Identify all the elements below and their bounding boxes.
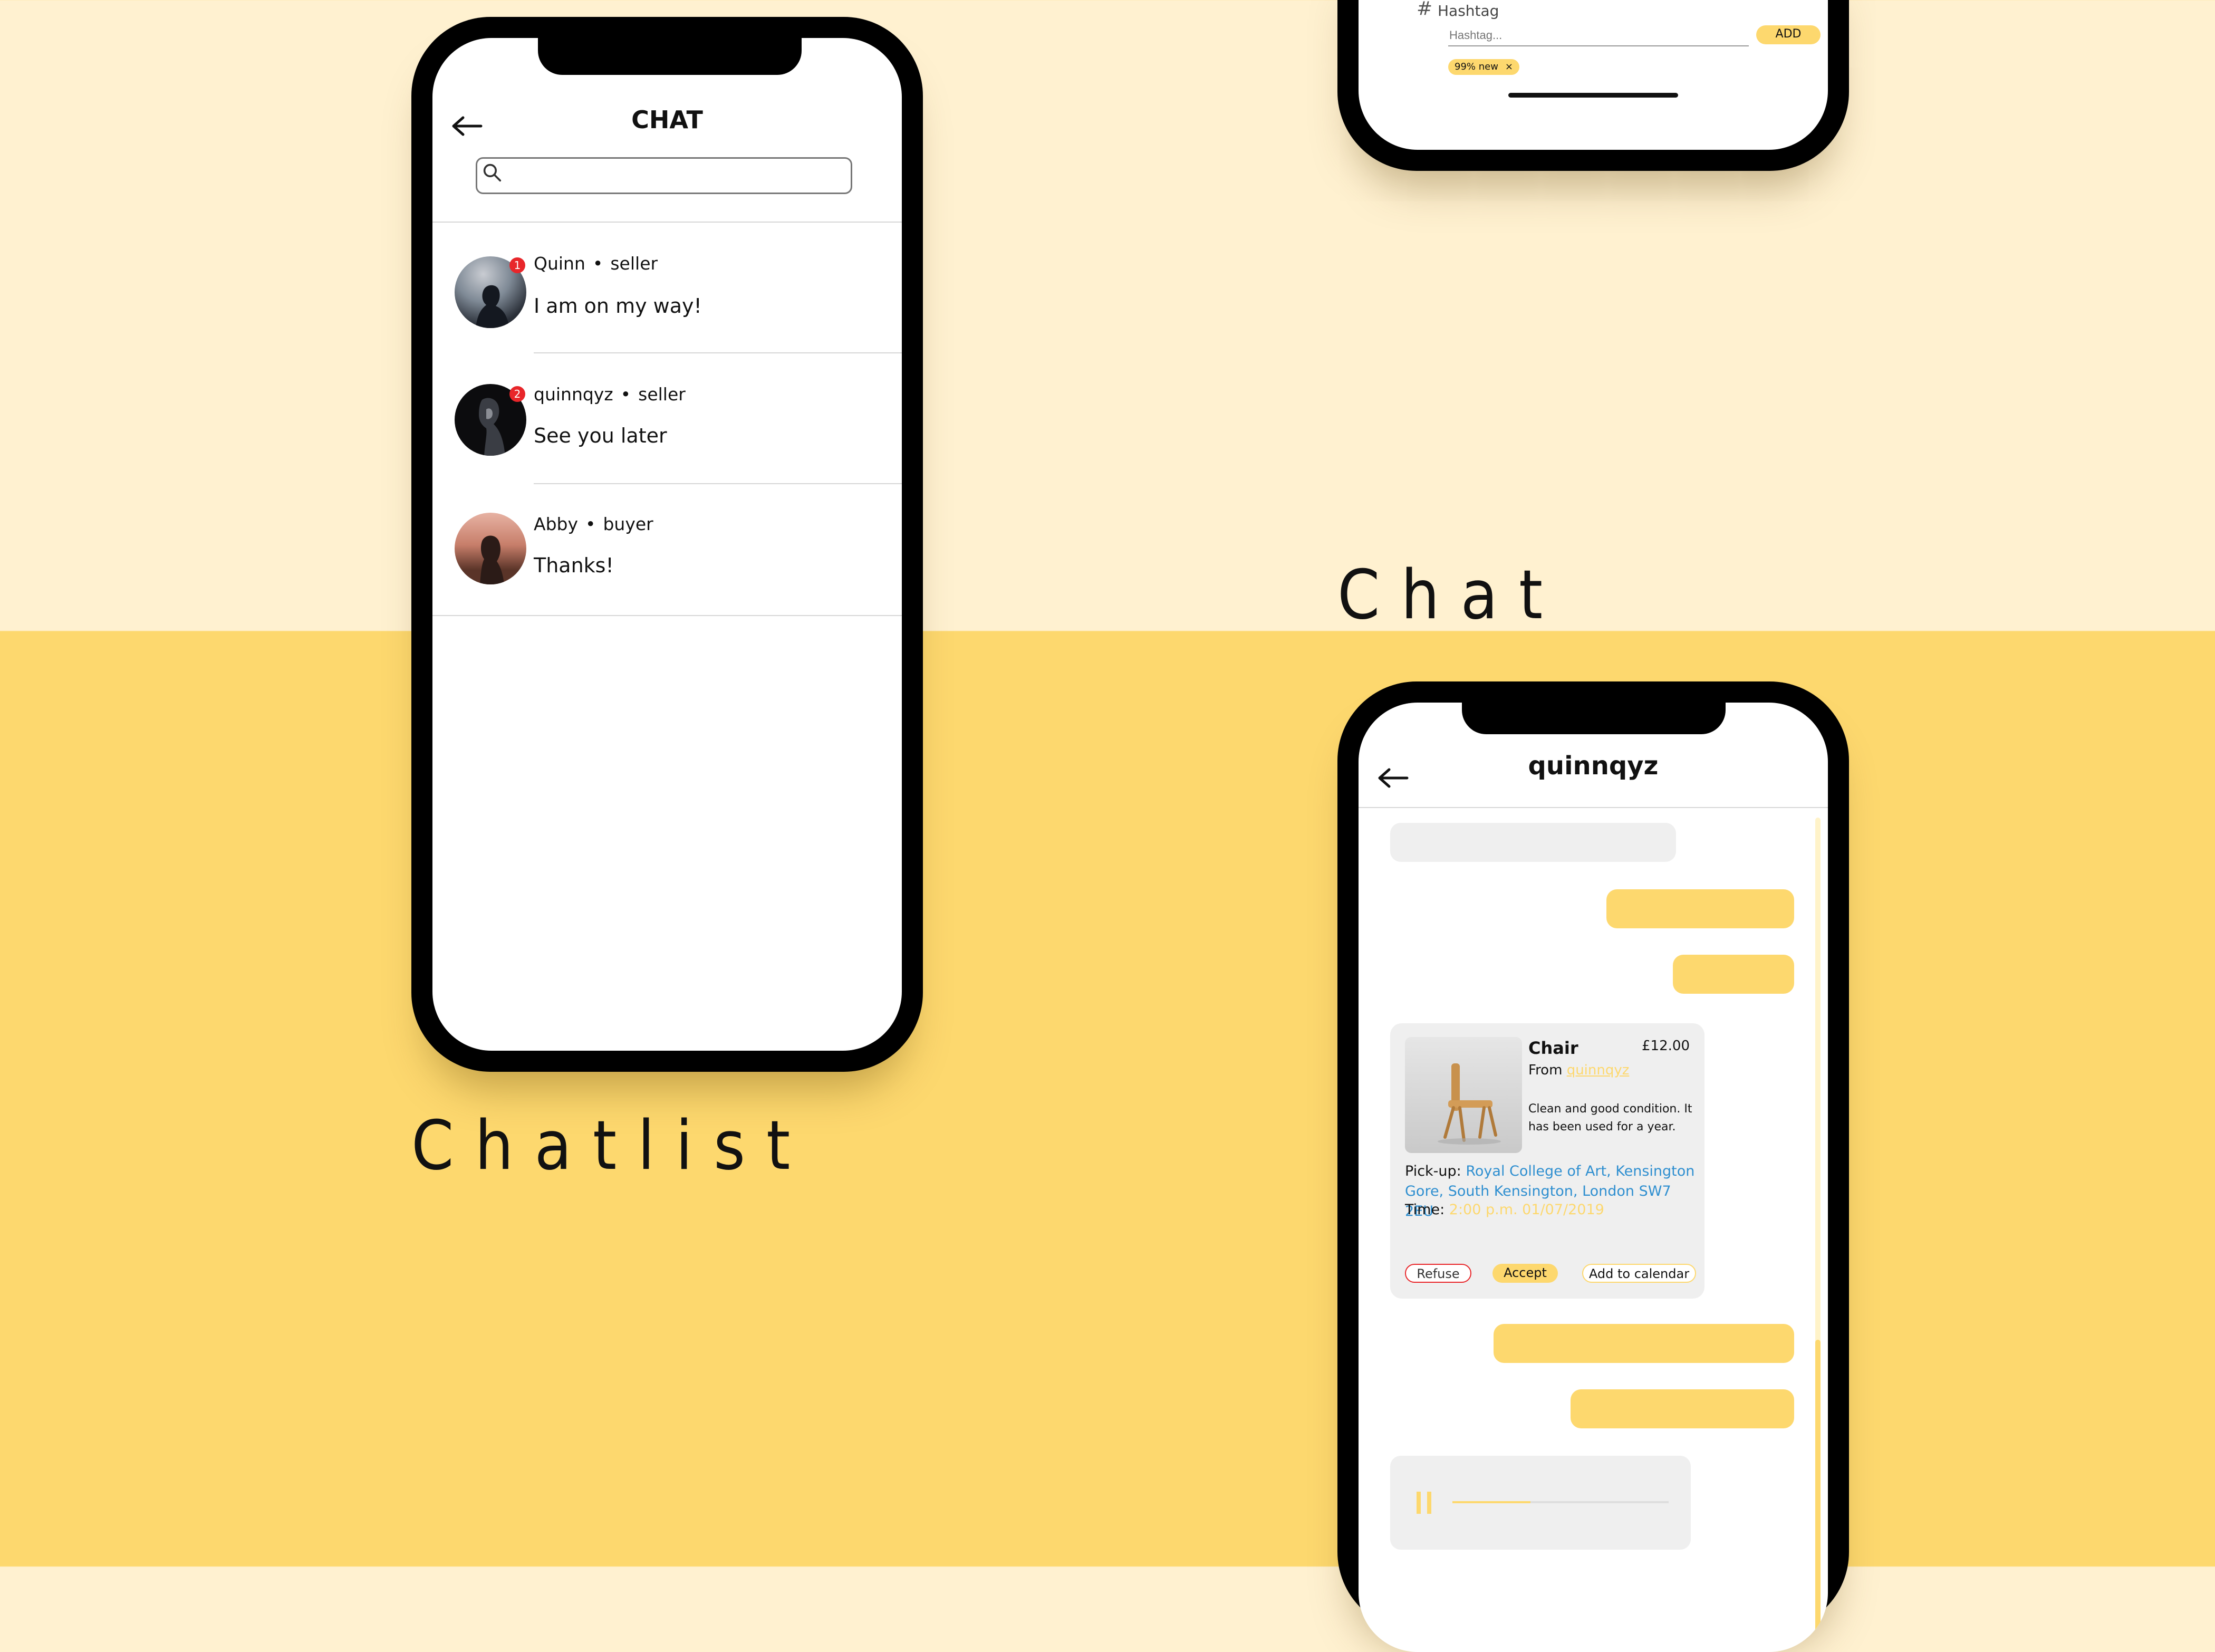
search-icon <box>483 164 502 182</box>
accept-button[interactable]: Accept <box>1492 1264 1558 1283</box>
separator-dot: • <box>592 253 603 274</box>
hashtag-tag-label: 99% new <box>1455 61 1498 72</box>
listing-phone: # Hashtag ADD 99% new × <box>1337 0 1849 171</box>
pause-icon[interactable] <box>1417 1492 1433 1514</box>
chatlist-caption: Chatlist <box>411 1107 812 1185</box>
conversation-meta: quinnqyz • seller <box>534 384 686 405</box>
sent-message-bubble <box>1606 889 1794 928</box>
chatlist-phone: CHAT 1 Quinn • seller I am on my way! 2 qu… <box>411 17 923 1072</box>
conversation-row-quinn[interactable]: 1 Quinn • seller I am on my way! <box>432 223 902 352</box>
chat-screen: quinnqyz Chair £12.00 From quinnqyz Clea… <box>1359 703 1828 1652</box>
last-message: I am on my way! <box>534 294 702 318</box>
conversation-row-quinnqyz[interactable]: 2 quinnqyz • seller See you later <box>432 353 902 483</box>
pickup-time: Time: 2:00 p.m. 01/07/2019 <box>1405 1202 1604 1218</box>
hashtag-icon: # <box>1417 0 1433 20</box>
chat-title: quinnqyz <box>1528 751 1659 781</box>
received-message-bubble <box>1390 823 1676 862</box>
contact-role: buyer <box>603 514 653 534</box>
sent-message-bubble <box>1673 955 1794 994</box>
avatar <box>455 513 526 584</box>
hashtag-input[interactable] <box>1448 25 1749 46</box>
time-value: 2:00 p.m. 01/07/2019 <box>1449 1202 1604 1218</box>
listing-screen-bottom: # Hashtag ADD 99% new × <box>1359 0 1828 150</box>
seller-link[interactable]: quinnqyz <box>1567 1062 1630 1078</box>
page-title: CHAT <box>631 105 703 134</box>
chat-caption: Chat <box>1337 556 1564 635</box>
from-label: From <box>1528 1062 1563 1078</box>
add-hashtag-button[interactable]: ADD <box>1756 25 1821 44</box>
sent-message-bubble <box>1571 1389 1794 1428</box>
pickup-label: Pick-up: <box>1405 1163 1461 1179</box>
item-seller-line: From quinnqyz <box>1528 1062 1629 1078</box>
item-name: Chair <box>1528 1038 1578 1058</box>
time-label: Time: <box>1405 1202 1445 1218</box>
item-photo <box>1405 1037 1522 1153</box>
hashtag-tag: 99% new × <box>1448 59 1519 75</box>
separator-dot: • <box>620 384 631 405</box>
scrollbar-thumb[interactable] <box>1815 1340 1821 1652</box>
contact-name: Quinn <box>534 253 585 274</box>
sent-message-bubble <box>1494 1324 1794 1363</box>
refuse-button[interactable]: Refuse <box>1405 1264 1471 1283</box>
separator-dot: • <box>585 514 596 534</box>
home-indicator <box>1508 93 1678 98</box>
conversation-meta: Abby • buyer <box>534 514 653 534</box>
add-to-calendar-button[interactable]: Add to calendar <box>1582 1264 1696 1283</box>
divider <box>1359 807 1828 808</box>
unread-badge: 1 <box>509 257 525 273</box>
item-description: Clean and good condition. It has been us… <box>1528 1102 1692 1134</box>
contact-name: quinnqyz <box>534 384 613 405</box>
chair-icon <box>1438 1063 1501 1145</box>
contact-role: seller <box>638 384 686 405</box>
conversation-meta: Quinn • seller <box>534 253 658 274</box>
phone-notch <box>1462 693 1726 734</box>
voice-progress-fill <box>1452 1501 1530 1503</box>
voice-progress-track[interactable] <box>1452 1501 1669 1503</box>
pickup-request-card: Chair £12.00 From quinnqyz Clean and goo… <box>1390 1023 1704 1299</box>
search-field[interactable] <box>509 162 849 190</box>
search-input[interactable] <box>476 157 852 194</box>
conversation-row-abby[interactable]: Abby • buyer Thanks! <box>432 484 902 614</box>
contact-role: seller <box>610 253 658 274</box>
divider <box>432 615 902 616</box>
contact-name: Abby <box>534 514 578 534</box>
chatlist-screen: CHAT 1 Quinn • seller I am on my way! 2 qu… <box>432 38 902 1051</box>
unread-badge: 2 <box>509 386 525 402</box>
phone-notch <box>538 33 802 75</box>
remove-tag-icon[interactable]: × <box>1505 59 1513 75</box>
last-message: Thanks! <box>534 554 614 577</box>
item-price: £12.00 <box>1642 1038 1690 1054</box>
hashtag-label: Hashtag <box>1438 2 1499 20</box>
last-message: See you later <box>534 424 667 447</box>
chat-phone: quinnqyz Chair £12.00 From quinnqyz Clea… <box>1337 681 1849 1652</box>
voice-message-bubble <box>1390 1456 1691 1550</box>
